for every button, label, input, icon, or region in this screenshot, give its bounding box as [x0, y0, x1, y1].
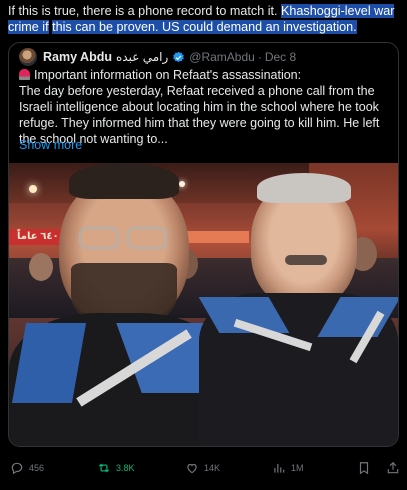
quoted-author-name-arabic[interactable]: رامي عبده [116, 50, 168, 64]
share-icon [387, 461, 399, 474]
views-button[interactable]: 1M [272, 458, 304, 478]
views-count: 1M [291, 463, 304, 473]
views-icon [274, 463, 285, 473]
quoted-tweet-photo[interactable]: ٦٤٠ عاماً [9, 163, 398, 446]
bookmark-icon [359, 462, 369, 475]
person-right-mustache [285, 255, 327, 265]
police-car-light-icon [19, 69, 30, 80]
ceiling-light [29, 185, 37, 193]
person-left-glasses [127, 227, 167, 249]
repost-icon [98, 463, 110, 473]
quoted-tweet-header: Ramy Abdu رامي عبده @RamAbdu · Dec 8 [19, 48, 296, 66]
person-left-glasses [79, 227, 119, 249]
person-right-hair [257, 173, 351, 203]
quoted-tweet-line1: Important information on Refaat's assass… [34, 68, 302, 82]
background-person [29, 253, 53, 281]
tweet-action-bar: 456 3.8K 14K 1M [0, 458, 407, 478]
heart-icon [187, 463, 197, 474]
person-left-hair [69, 163, 179, 199]
reply-icon [11, 462, 23, 475]
tweet-text-plain: If this is true, there is a phone record… [8, 4, 281, 18]
show-more-link[interactable]: Show more [19, 138, 82, 152]
quoted-tweet[interactable]: Ramy Abdu رامي عبده @RamAbdu · Dec 8 Imp… [8, 42, 399, 447]
quoted-author-name[interactable]: Ramy Abdu [43, 50, 112, 64]
tweet-text-highlight-2: this can be proven. US could demand an i… [52, 20, 357, 34]
ceiling-light [179, 181, 185, 187]
reply-button[interactable]: 456 [10, 458, 44, 478]
reply-count: 456 [29, 463, 45, 473]
tweet-text: If this is true, there is a phone record… [8, 3, 400, 35]
quoted-tweet-date[interactable]: Dec 8 [265, 50, 296, 64]
like-button[interactable]: 14K [185, 458, 220, 478]
share-button[interactable] [386, 458, 405, 478]
quoted-tweet-body: Important information on Refaat's assass… [19, 67, 395, 147]
bookmark-button[interactable] [357, 458, 376, 478]
avatar[interactable] [19, 48, 37, 66]
quoted-author-handle[interactable]: @RamAbdu [189, 50, 255, 64]
header-separator: · [257, 50, 262, 64]
repost-button[interactable]: 3.8K [97, 458, 135, 478]
like-count: 14K [204, 463, 221, 473]
repost-count: 3.8K [116, 463, 135, 473]
verified-badge-icon [173, 51, 185, 62]
